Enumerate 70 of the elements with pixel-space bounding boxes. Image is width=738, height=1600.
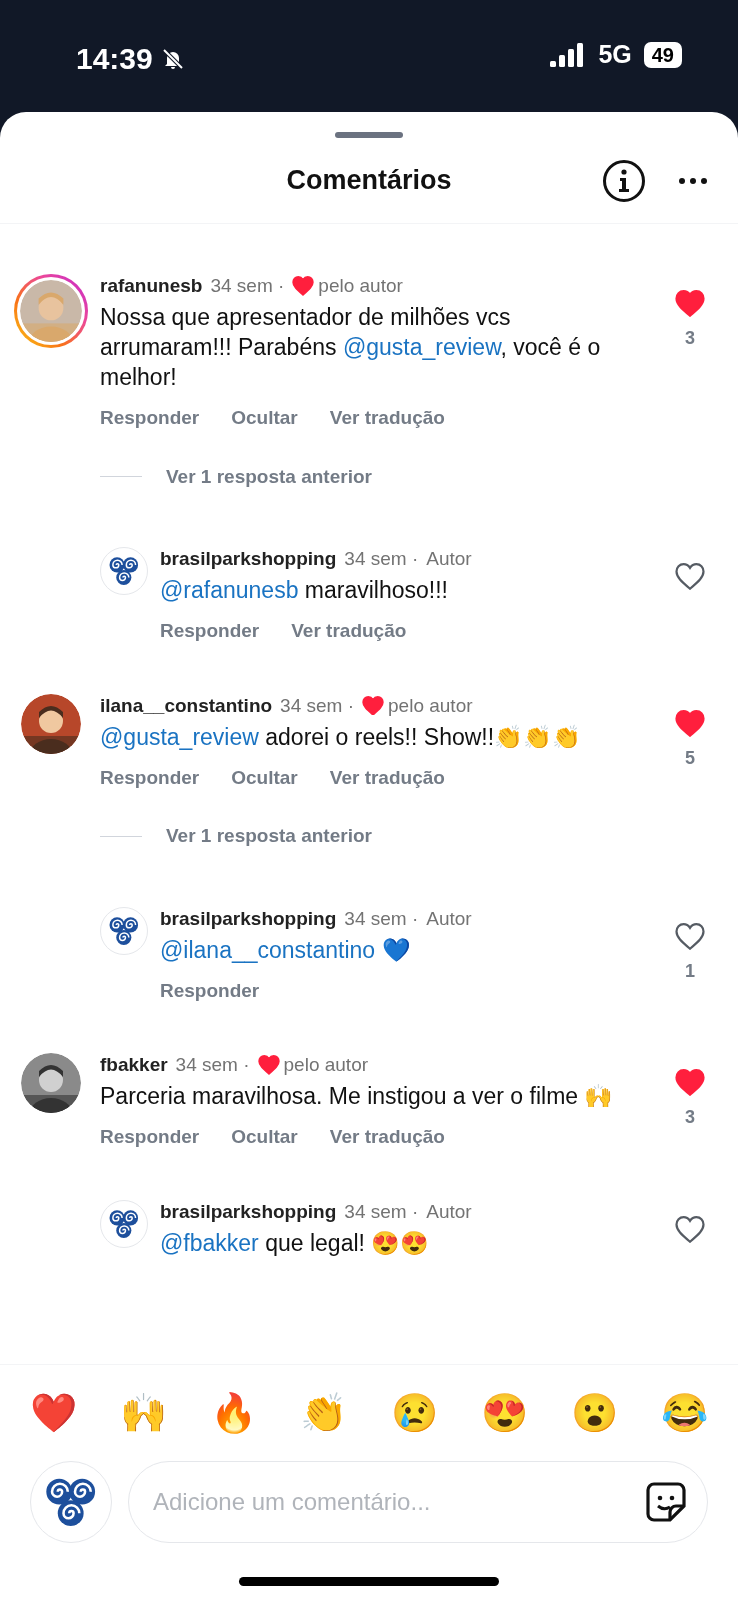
heart-outline-icon[interactable] xyxy=(675,922,705,950)
comment-action[interactable]: Ver tradução xyxy=(329,763,445,792)
emoji-reaction[interactable]: ❤ xyxy=(30,1389,77,1437)
comment-text: @ilana__constantino 💙 xyxy=(160,935,412,965)
author-label: Autor xyxy=(426,906,472,931)
comment-action[interactable]: Responder xyxy=(100,1123,200,1152)
clock: 14:39 xyxy=(76,41,153,77)
comment-action[interactable]: Responder xyxy=(160,976,260,1005)
comment-meta: 34 sem · xyxy=(175,1053,250,1077)
mention-link[interactable]: @rafanunesb xyxy=(160,577,299,603)
author-label: Autor xyxy=(426,547,472,571)
mention-link[interactable]: @gusta_review xyxy=(100,723,259,750)
username[interactable]: ilana__constantino xyxy=(100,693,273,718)
comment-text: @rafanunesb maravilhoso!!! xyxy=(160,576,449,605)
sheet-title: Comentários xyxy=(286,164,452,198)
info-icon[interactable] xyxy=(602,158,646,203)
comment-action[interactable]: Responder xyxy=(160,617,260,646)
heart-outline-icon[interactable] xyxy=(675,563,705,590)
like-count: 5 xyxy=(685,746,695,770)
heart-icon[interactable] xyxy=(675,709,705,737)
sticker-icon[interactable] xyxy=(645,1481,687,1523)
battery-indicator: 49 xyxy=(643,41,682,68)
username[interactable]: fbakker xyxy=(100,1053,168,1077)
comment-input[interactable]: Adicione um comentário... xyxy=(153,1484,645,1520)
comment-meta: 34 sem · xyxy=(344,1199,419,1224)
comment-action[interactable]: Ocultar xyxy=(231,1123,298,1152)
comment-text: @gusta_review adorei o reels!! Show!!👏👏👏 xyxy=(100,722,583,752)
comment-meta: 34 sem · xyxy=(280,693,355,718)
comment-action[interactable]: Responder xyxy=(100,763,200,792)
mention-link[interactable]: @fbakker xyxy=(160,1229,259,1256)
comment-action[interactable]: Ver tradução xyxy=(329,404,445,433)
avatar-logo xyxy=(100,547,148,595)
comment-action[interactable]: Ocultar xyxy=(231,404,298,433)
comment-text: @fbakker que legal! 😍😍 xyxy=(160,1228,431,1258)
view-replies-link[interactable]: Ver 1 resposta anterior xyxy=(166,462,372,491)
comment-action[interactable]: Ocultar xyxy=(231,763,298,792)
comment-action[interactable]: Ver tradução xyxy=(329,1123,445,1152)
comment-meta: 34 sem · xyxy=(344,547,419,571)
liked-by-author: pelo autor xyxy=(388,693,473,718)
comment-text: Parceria maravilhosa. Me instigou a ver o filme 🙌 xyxy=(100,1082,615,1111)
comment-action[interactable]: Ver tradução xyxy=(291,617,407,646)
comment-meta: 34 sem · xyxy=(344,906,419,931)
comment-text: Nossa que apresentador de milhões vcs arrumaram!!! Parabéns @gusta_review, você é o melhor! xyxy=(100,303,602,392)
like-count: 3 xyxy=(685,327,695,350)
mention-link[interactable]: @ilana__constantino xyxy=(160,936,376,963)
username[interactable]: rafanunesb xyxy=(100,274,203,298)
heart-icon[interactable] xyxy=(257,1055,280,1075)
heart-icon[interactable] xyxy=(675,290,705,317)
comment-meta: 34 sem · xyxy=(210,274,285,298)
liked-by-author: pelo autor xyxy=(318,274,403,298)
liked-by-author: pelo autor xyxy=(283,1053,369,1077)
view-replies-link[interactable]: Ver 1 resposta anterior xyxy=(166,822,372,851)
drag-handle[interactable] xyxy=(335,132,403,138)
like-count: 3 xyxy=(685,1106,695,1129)
mention-link[interactable]: @gusta_review xyxy=(342,334,501,360)
comment-action[interactable]: Responder xyxy=(100,404,200,433)
username[interactable]: brasilparkshopping xyxy=(160,906,337,931)
like-count: 1 xyxy=(685,959,695,983)
username[interactable]: brasilparkshopping xyxy=(160,547,337,571)
heart-outline-icon[interactable] xyxy=(675,1215,705,1243)
avatar-logo xyxy=(100,1199,148,1248)
heart-icon[interactable] xyxy=(362,695,385,716)
emoji-reaction[interactable]: 🔥 xyxy=(210,1389,258,1437)
avatar-logo xyxy=(100,906,148,955)
username[interactable]: brasilparkshopping xyxy=(160,1199,337,1224)
network-label: 5G xyxy=(598,39,632,70)
heart-icon[interactable] xyxy=(675,1069,705,1096)
heart-icon[interactable] xyxy=(292,276,315,296)
author-label: Autor xyxy=(426,1199,472,1224)
more-icon[interactable] xyxy=(678,176,708,185)
